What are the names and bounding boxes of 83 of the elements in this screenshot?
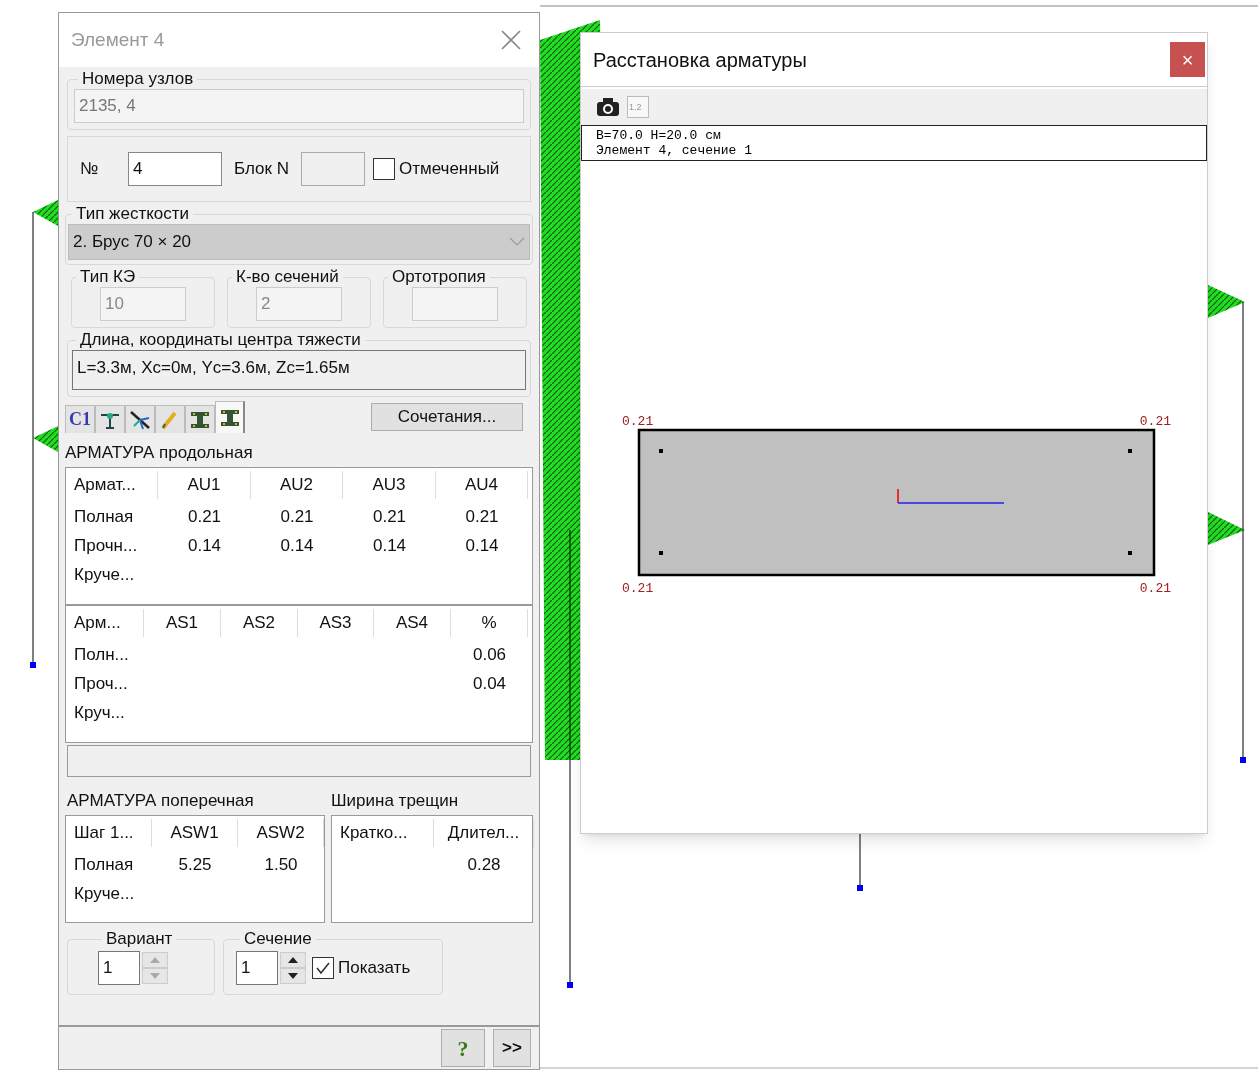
info-line: Элемент 4, сечение 1 bbox=[596, 143, 754, 158]
section-heading: Ширина трещин bbox=[331, 790, 459, 812]
field-label: Блок N bbox=[234, 158, 289, 181]
group-label: Номера узлов bbox=[81, 69, 195, 89]
table-cell-text: 0.14 bbox=[464, 534, 500, 557]
table-cell-text: Проч... bbox=[73, 672, 129, 695]
table-cell-text: Полная bbox=[73, 853, 135, 876]
close-icon bbox=[501, 30, 521, 50]
axes-icon bbox=[129, 409, 151, 430]
block-field[interactable] bbox=[300, 152, 365, 186]
group-label: Вариант bbox=[105, 929, 174, 949]
column-header[interactable]: AS4 bbox=[374, 609, 451, 637]
toolbar-tab[interactable] bbox=[125, 405, 155, 433]
combinations-button[interactable]: Сочетания... bbox=[371, 403, 523, 431]
field-label: № bbox=[80, 158, 100, 181]
expand-button[interactable]: >> bbox=[493, 1029, 531, 1067]
window-title: Элемент 4 bbox=[71, 27, 165, 52]
group-label: Сечение bbox=[243, 929, 313, 949]
corner-value: 0.21 bbox=[1139, 414, 1171, 429]
table-cell-text: 0.21 bbox=[464, 505, 500, 528]
group-label: Тип КЭ bbox=[79, 267, 137, 287]
camera-icon bbox=[595, 96, 621, 118]
chevron-down-icon bbox=[509, 237, 525, 247]
column-header[interactable]: AU1 bbox=[158, 471, 251, 499]
column-header[interactable]: AS2 bbox=[221, 609, 298, 637]
column-header[interactable]: % bbox=[451, 609, 528, 637]
column-header[interactable]: Кратко... bbox=[332, 819, 434, 847]
help-button[interactable]: ? bbox=[441, 1029, 485, 1067]
column-header[interactable]: AU2 bbox=[251, 471, 343, 499]
checkbox[interactable] bbox=[372, 158, 395, 180]
spin-field[interactable]: 1 bbox=[236, 950, 278, 985]
column-header[interactable]: AU4 bbox=[436, 471, 528, 499]
table-cell-text: 0.28 bbox=[466, 853, 502, 876]
info-line: B=70.0 H=20.0 см bbox=[596, 128, 722, 143]
column-header[interactable]: AS3 bbox=[298, 609, 374, 637]
group-label: К-во сечений bbox=[235, 267, 340, 287]
table-cell-text: Полн... bbox=[73, 643, 130, 666]
close-button[interactable]: × bbox=[1170, 42, 1205, 77]
table-cell-text: 0.14 bbox=[186, 534, 223, 557]
table-cell-text: Прочн... bbox=[73, 534, 139, 557]
column-header[interactable]: AU3 bbox=[343, 471, 436, 499]
table-cell-text: Круче... bbox=[73, 563, 136, 586]
group-label: Тип жесткости bbox=[75, 204, 191, 224]
window-title: Расстановка арматуры bbox=[593, 47, 807, 73]
stiffness-dropdown[interactable]: 2. Брус 70 × 20 bbox=[68, 224, 530, 260]
table-cell-text: 0.21 bbox=[371, 505, 408, 528]
checkbox-label: Отмеченный bbox=[398, 158, 500, 181]
table-cell-text: Полная bbox=[73, 505, 135, 528]
table-cell-text: 0.04 bbox=[471, 672, 508, 695]
section-heading: АРМАТУРА продольная bbox=[65, 442, 254, 464]
table-cell-text: 0.06 bbox=[471, 643, 508, 666]
table-cell-text: 0.14 bbox=[279, 534, 315, 557]
toolbar-tab[interactable] bbox=[185, 405, 215, 433]
table-cell-text: 0.21 bbox=[279, 505, 315, 528]
table-cell-text: 0.21 bbox=[186, 505, 223, 528]
column-header[interactable]: ASW2 bbox=[238, 819, 324, 847]
group-label: Длина, координаты центра тяжести bbox=[79, 330, 362, 350]
section-heading: АРМАТУРА поперечная bbox=[66, 790, 255, 812]
checkbox[interactable] bbox=[312, 956, 334, 979]
toolbar-tab[interactable]: C1 bbox=[65, 405, 95, 433]
number-field[interactable]: 4 bbox=[128, 152, 222, 186]
toolbar-tab[interactable] bbox=[215, 401, 245, 433]
table-cell-text: 0.14 bbox=[371, 534, 408, 557]
beam-icon bbox=[189, 409, 211, 430]
column-header[interactable]: Шаг 1... bbox=[66, 819, 152, 847]
table-cell-text: Круче... bbox=[73, 882, 136, 905]
table-cell-text: 5.25 bbox=[177, 853, 213, 876]
group-label: Ортотропия bbox=[391, 267, 487, 287]
table-cell-text: 1.50 bbox=[263, 853, 299, 876]
beam-icon bbox=[218, 407, 241, 428]
spin-buttons[interactable] bbox=[280, 951, 306, 984]
column-header[interactable]: Арм... bbox=[66, 609, 144, 637]
checkbox-label: Показать bbox=[338, 956, 411, 979]
table-cell-text: Круч... bbox=[73, 701, 126, 724]
corner-value: 0.21 bbox=[622, 581, 654, 596]
length-field[interactable]: L=3.3м, Xc=0м, Yc=3.6м, Zc=1.65м bbox=[72, 350, 526, 390]
column-header[interactable]: Длител... bbox=[434, 819, 534, 847]
corner-value: 0.21 bbox=[622, 414, 654, 429]
column-header[interactable]: AS1 bbox=[144, 609, 221, 637]
corner-value: 0.21 bbox=[1139, 581, 1171, 596]
toolbar-tab[interactable] bbox=[95, 405, 125, 433]
column-header[interactable]: Армат... bbox=[66, 471, 158, 499]
column-header[interactable]: ASW1 bbox=[152, 819, 238, 847]
